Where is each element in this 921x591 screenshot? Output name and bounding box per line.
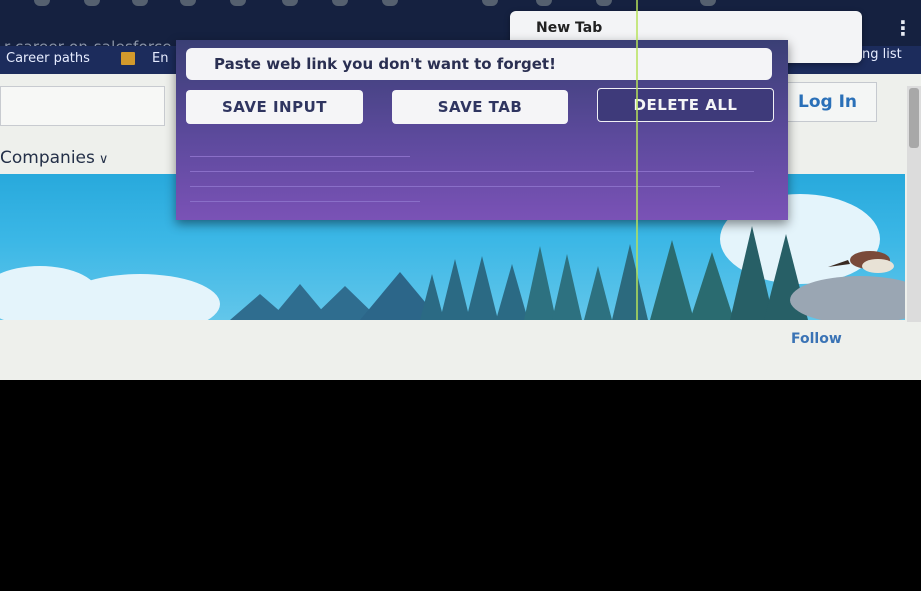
scrollbar-thumb[interactable] (909, 88, 919, 148)
bookmark-en[interactable]: En (152, 51, 168, 66)
delete-all-button[interactable]: DELETE ALL (597, 88, 774, 122)
new-tab-label: New Tab (536, 20, 603, 36)
save-tab-button[interactable]: SAVE TAB (392, 90, 568, 124)
screen-artifact-line (636, 0, 638, 320)
reading-list-label[interactable]: ng list (862, 47, 902, 62)
saved-link[interactable] (190, 178, 720, 187)
bookmark-career-paths[interactable]: Career paths (6, 51, 90, 66)
saved-link[interactable] (190, 193, 420, 202)
saved-link[interactable] (190, 148, 410, 157)
extension-popup: Paste web link you don't want to forget!… (176, 40, 788, 220)
follow-link[interactable]: Follow (791, 331, 842, 347)
chevron-down-icon: ∨ (98, 152, 109, 167)
save-input-button[interactable]: SAVE INPUT (186, 90, 363, 124)
companies-menu[interactable]: Companies ∨ (0, 148, 108, 168)
search-input[interactable] (0, 86, 165, 126)
screen: r-career-on-salesforce ⋮ Career paths En… (0, 0, 921, 380)
companies-label: Companies (0, 148, 95, 168)
login-button[interactable]: Log In (778, 82, 877, 122)
bookmark-folder-icon (121, 52, 135, 65)
saved-links-list (190, 144, 774, 202)
saved-link[interactable] (190, 163, 754, 172)
browser-menu-icon[interactable]: ⋮ (893, 16, 913, 40)
link-input[interactable]: Paste web link you don't want to forget! (186, 48, 772, 80)
